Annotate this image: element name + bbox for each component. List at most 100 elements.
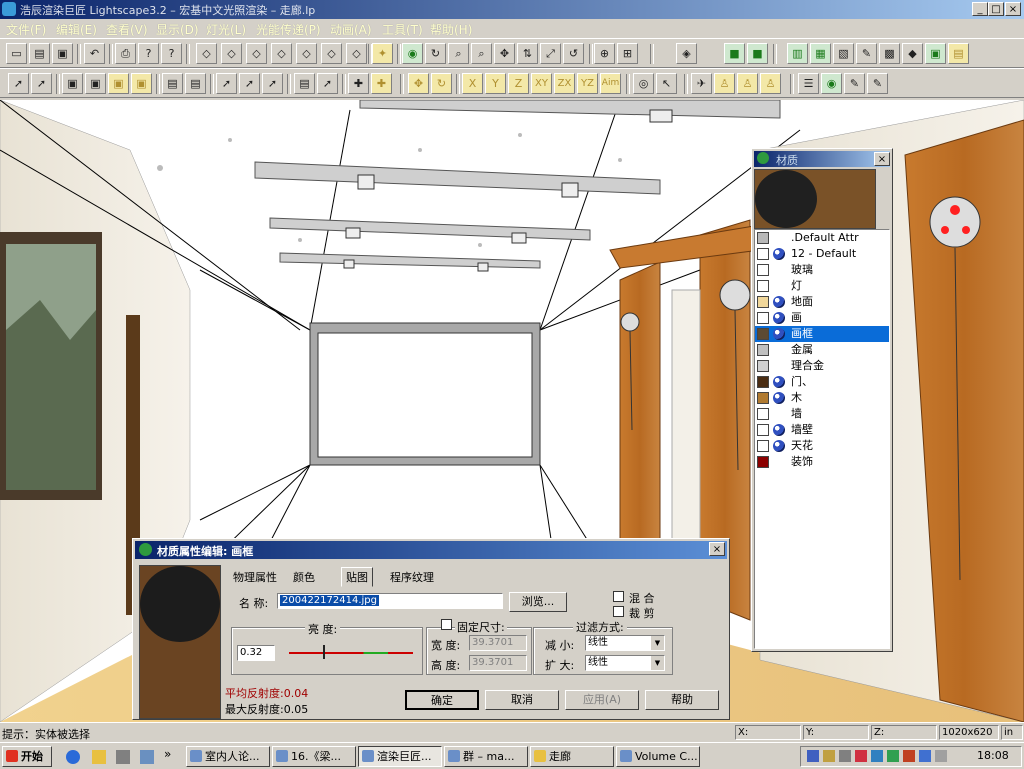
turn-icon[interactable]: ↺: [563, 43, 584, 64]
menu-tools[interactable]: 工具(T): [382, 21, 423, 38]
material-list-item[interactable]: 木: [755, 390, 889, 406]
tab-texture[interactable]: 贴图: [341, 567, 373, 587]
move-icon[interactable]: ✥: [408, 73, 429, 94]
material-list-item[interactable]: 天花: [755, 438, 889, 454]
deselect-cross-icon[interactable]: ▣: [131, 73, 152, 94]
folder-icon[interactable]: [92, 750, 106, 764]
material-list-item[interactable]: 装饰: [755, 454, 889, 470]
blocks-icon[interactable]: ▦: [810, 43, 831, 64]
properties-icon[interactable]: ▩: [879, 43, 900, 64]
deselect-icon[interactable]: ▣: [108, 73, 129, 94]
axis-z-button[interactable]: Z: [508, 73, 529, 94]
material-list-item[interactable]: 画: [755, 310, 889, 326]
material-list-item[interactable]: 12 - Default: [755, 246, 889, 262]
browse-button[interactable]: 浏览...: [509, 592, 567, 612]
tab-color[interactable]: 颜色: [293, 569, 315, 585]
cancel-button[interactable]: 取消: [485, 690, 559, 710]
height-field[interactable]: 39.3701: [469, 655, 527, 671]
tab-procedural[interactable]: 程序纹理: [390, 569, 434, 585]
menu-radiosity[interactable]: 光能传递(P): [256, 21, 321, 38]
tray-k-icon[interactable]: [855, 750, 867, 762]
rotate-icon[interactable]: ↻: [431, 73, 452, 94]
material-list-item[interactable]: .Default Attr: [755, 230, 889, 246]
tab-physical[interactable]: 物理属性: [233, 569, 277, 585]
render-region-icon[interactable]: ✎: [867, 73, 888, 94]
snap-icon[interactable]: ✚: [348, 73, 369, 94]
tray-app-icon[interactable]: [823, 750, 835, 762]
open-folder-icon[interactable]: ▤: [29, 43, 50, 64]
move-select-icon[interactable]: ➚: [216, 73, 237, 94]
material-list-item[interactable]: 画框: [755, 326, 889, 342]
wireframe-icon[interactable]: ◈: [676, 43, 697, 64]
material-list-item[interactable]: 玻璃: [755, 262, 889, 278]
close-button[interactable]: ×: [1005, 2, 1021, 16]
rotate-view-icon[interactable]: ↻: [425, 43, 446, 64]
volume-icon[interactable]: [839, 750, 851, 762]
view-box-1-icon[interactable]: ◇: [196, 43, 217, 64]
documents-icon[interactable]: ▤: [948, 43, 969, 64]
light-list-icon[interactable]: ◎: [633, 73, 654, 94]
view-box-5-icon[interactable]: ◇: [296, 43, 317, 64]
lights-icon[interactable]: ✎: [856, 43, 877, 64]
render-icon[interactable]: ✎: [844, 73, 865, 94]
zoom-fit-icon[interactable]: ⌕: [448, 43, 469, 64]
brightness-slider[interactable]: [289, 652, 413, 654]
task-item-1[interactable]: 室内人论...: [186, 746, 270, 767]
app-icon[interactable]: [2, 2, 16, 16]
zoom-icon[interactable]: ⌕: [471, 43, 492, 64]
select-window-icon[interactable]: ▣: [62, 73, 83, 94]
pick-icon[interactable]: ▤: [162, 73, 183, 94]
paste-icon[interactable]: ➚: [317, 73, 338, 94]
aim-button[interactable]: Aim: [600, 73, 621, 94]
menu-file[interactable]: 文件(F): [6, 21, 46, 38]
view-box-2-icon[interactable]: ◇: [221, 43, 242, 64]
select-query-icon[interactable]: ➚: [31, 73, 52, 94]
menu-light[interactable]: 灯光(L): [206, 21, 246, 38]
tray-security-icon[interactable]: [903, 750, 915, 762]
desktop-icon[interactable]: [116, 750, 130, 764]
chevron-down-icon[interactable]: ▼: [651, 636, 664, 650]
tray-monitor-icon[interactable]: [887, 750, 899, 762]
menu-help[interactable]: 帮助(H): [430, 21, 472, 38]
textures-icon[interactable]: ▣: [925, 43, 946, 64]
task-item-2[interactable]: 16.《梁...: [272, 746, 356, 767]
tilt-icon[interactable]: ⤢: [540, 43, 561, 64]
fixed-size-checkbox[interactable]: [441, 619, 452, 630]
task-item-3[interactable]: 渲染巨匠...: [358, 746, 442, 767]
material-list-item[interactable]: 地面: [755, 294, 889, 310]
walk-person-icon[interactable]: ♙: [714, 73, 735, 94]
material-list-item[interactable]: 墙: [755, 406, 889, 422]
task-item-4[interactable]: 群 – ma...: [444, 746, 528, 767]
globe-icon[interactable]: ◉: [821, 73, 842, 94]
task-item-6[interactable]: Volume C...: [616, 746, 700, 767]
views-icon[interactable]: ▧: [833, 43, 854, 64]
orbit-icon[interactable]: ◉: [402, 43, 423, 64]
maximize-button[interactable]: □: [988, 2, 1004, 16]
help-icon[interactable]: ?: [138, 43, 159, 64]
menu-display[interactable]: 显示(D): [156, 21, 199, 38]
axis-x-button[interactable]: X: [462, 73, 483, 94]
camera-icon[interactable]: ✦: [372, 43, 393, 64]
crop-checkbox[interactable]: [613, 606, 624, 617]
start-button[interactable]: 开始: [2, 746, 52, 767]
texture-name-field[interactable]: 200422172414.jpg: [277, 593, 503, 609]
new-icon[interactable]: ▭: [6, 43, 27, 64]
save-icon[interactable]: ▣: [52, 43, 73, 64]
walk-run-icon[interactable]: ♙: [737, 73, 758, 94]
brightness-slider-thumb[interactable]: [323, 645, 325, 659]
help-button[interactable]: 帮助: [645, 690, 719, 710]
print-icon[interactable]: ⎙: [115, 43, 136, 64]
brightness-value-field[interactable]: 0.32: [237, 645, 275, 661]
select-cross-icon[interactable]: ▣: [85, 73, 106, 94]
tray-network-icon[interactable]: [807, 750, 819, 762]
ok-button[interactable]: 确定: [405, 690, 479, 710]
ie-icon[interactable]: [66, 750, 80, 764]
menu-edit[interactable]: 编辑(E): [56, 21, 97, 38]
chevron-down-icon[interactable]: ▼: [651, 656, 664, 670]
task-item-5[interactable]: 走廊: [530, 746, 614, 767]
view-box-3-icon[interactable]: ◇: [246, 43, 267, 64]
mix-checkbox[interactable]: [613, 591, 624, 602]
view-box-7-icon[interactable]: ◇: [346, 43, 367, 64]
plane-yz-button[interactable]: YZ: [577, 73, 598, 94]
copy-icon[interactable]: ▤: [294, 73, 315, 94]
